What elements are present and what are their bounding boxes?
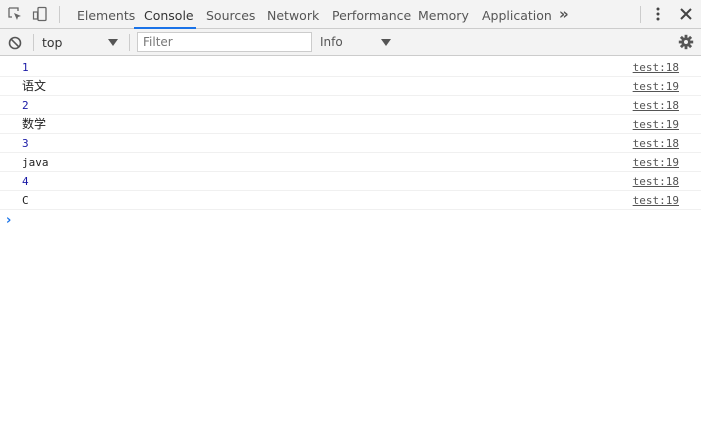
log-source-link[interactable]: test:18 <box>633 99 679 112</box>
device-toggle-icon[interactable] <box>32 6 48 22</box>
log-row: 1 test:18 <box>0 58 701 77</box>
toolbar-divider <box>129 34 130 51</box>
log-row: 数学 test:19 <box>0 115 701 134</box>
log-row: 2 test:18 <box>0 96 701 115</box>
log-row: 语文 test:19 <box>0 77 701 96</box>
log-message: 2 <box>22 99 29 112</box>
log-source-link[interactable]: test:19 <box>633 80 679 93</box>
log-row: 3 test:18 <box>0 134 701 153</box>
log-level-select[interactable]: Info <box>320 29 343 56</box>
settings-gear-icon[interactable] <box>678 34 694 50</box>
console-prompt[interactable]: › <box>6 213 11 228</box>
inspect-icon[interactable] <box>7 6 23 22</box>
log-message: 4 <box>22 175 29 188</box>
chevron-down-icon[interactable] <box>108 39 118 46</box>
log-source-link[interactable]: test:19 <box>633 118 679 131</box>
toolbar-divider <box>33 34 34 51</box>
context-select[interactable]: top <box>42 29 62 56</box>
filter-input[interactable] <box>137 32 312 52</box>
clear-console-icon[interactable] <box>7 35 23 51</box>
tab-elements[interactable]: Elements <box>77 0 135 29</box>
console-toolbar: top Info <box>0 29 701 56</box>
log-row: 4 test:18 <box>0 172 701 191</box>
more-menu-icon[interactable] <box>650 6 666 22</box>
log-message: C <box>22 194 29 207</box>
log-message: 1 <box>22 61 29 74</box>
log-source-link[interactable]: test:18 <box>633 137 679 150</box>
console-messages: 1 test:18 语文 test:19 2 test:18 数学 test:1… <box>0 58 701 210</box>
log-message: java <box>22 156 49 169</box>
log-source-link[interactable]: test:18 <box>633 61 679 74</box>
log-source-link[interactable]: test:18 <box>633 175 679 188</box>
log-row: java test:19 <box>0 153 701 172</box>
close-icon[interactable] <box>678 6 694 22</box>
tab-performance[interactable]: Performance <box>332 0 411 29</box>
tab-console[interactable]: Console <box>144 0 194 29</box>
log-message: 数学 <box>22 117 47 131</box>
tab-network[interactable]: Network <box>267 0 319 29</box>
toolbar-divider <box>640 6 641 23</box>
chevron-down-icon[interactable] <box>381 39 391 46</box>
log-message: 3 <box>22 137 29 150</box>
log-source-link[interactable]: test:19 <box>633 194 679 207</box>
log-message: 语文 <box>22 79 47 93</box>
log-row: C test:19 <box>0 191 701 210</box>
tab-application[interactable]: Application <box>482 0 552 29</box>
devtools-tabbar: Elements Console Sources Network Perform… <box>0 0 701 29</box>
log-source-link[interactable]: test:19 <box>633 156 679 169</box>
tab-sources[interactable]: Sources <box>206 0 255 29</box>
more-tabs-button[interactable]: » <box>559 5 569 23</box>
tab-memory[interactable]: Memory <box>418 0 469 29</box>
toolbar-divider <box>59 6 60 23</box>
